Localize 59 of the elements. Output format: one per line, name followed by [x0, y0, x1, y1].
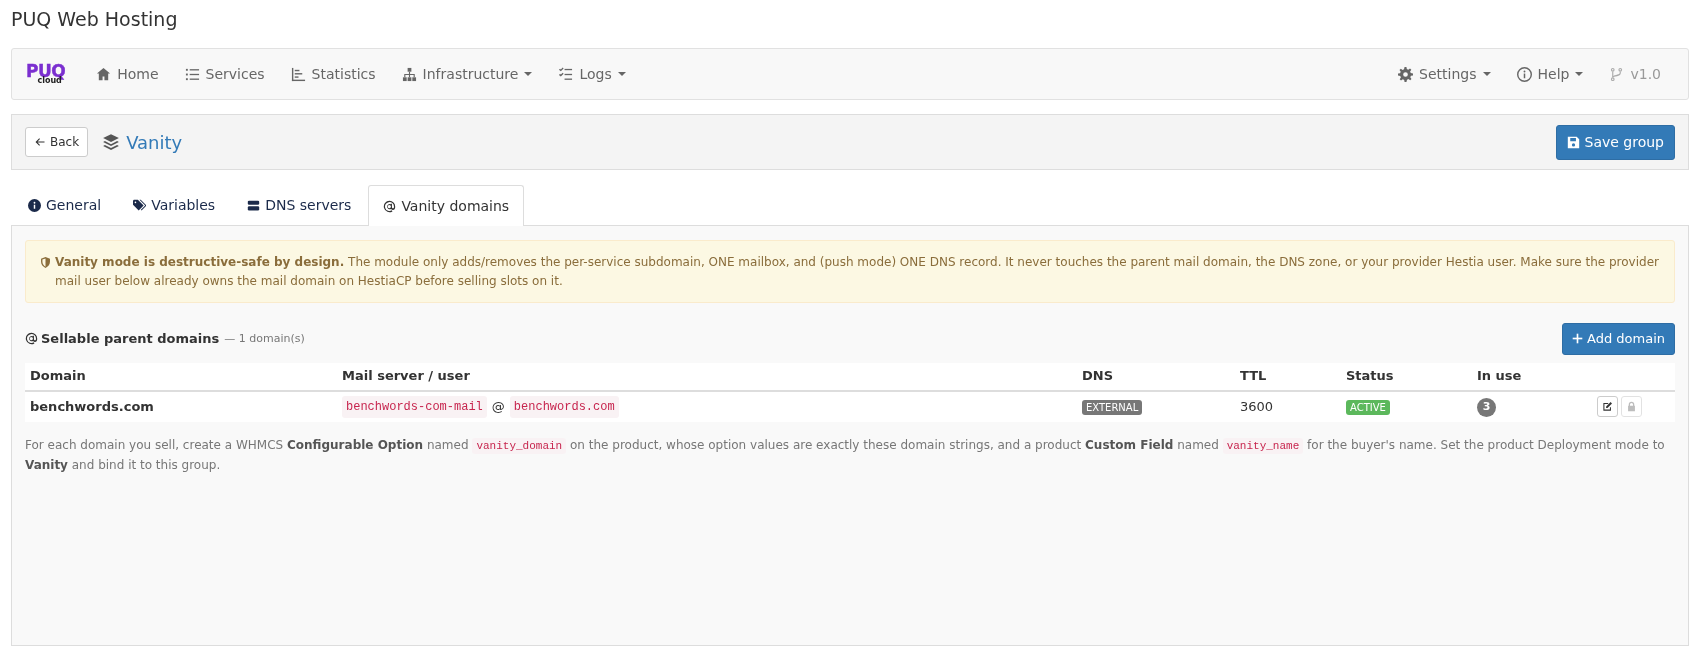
nav-link[interactable]: Statistics: [277, 55, 389, 93]
at-sign-icon: [383, 199, 397, 213]
nav-link[interactable]: Logs: [545, 55, 639, 93]
add-domain-button[interactable]: Add domain: [1562, 323, 1675, 355]
status-label: ACTIVE: [1346, 399, 1390, 415]
usage-count: 3: [1477, 398, 1496, 418]
caret-icon: [1575, 72, 1584, 76]
group-title: Vanity: [126, 130, 183, 155]
list-icon: [184, 66, 200, 82]
alert-text: Vanity mode is destructive-safe by design. The module only adds/removes the per-service subdomain, ONE mailbox, and (push mode) ONE DNS record. It never touches the parent mail domain, the DNS zone, or your provider Hestia user. Make sure the provider mail user below already owns the mail domain on HestiaCP before selling slots on it.: [55, 254, 1660, 290]
tags-icon: [133, 199, 147, 212]
at-sign-icon: [25, 332, 38, 346]
nav-link[interactable]: Settings: [1385, 55, 1504, 93]
info-icon: [1516, 66, 1532, 82]
column-header: Status: [1346, 367, 1395, 386]
column-header: Mail server / user: [342, 367, 471, 386]
column-header: TTL: [1240, 367, 1268, 386]
branch-icon: [1609, 66, 1625, 82]
info-icon: [28, 199, 41, 212]
column-header: DNS: [1082, 367, 1115, 386]
mail-domain-code: benchwords.com: [509, 395, 619, 418]
column-header: In use: [1477, 367, 1523, 386]
plus-icon: [1572, 333, 1583, 345]
table-cell-text: 3600: [1240, 397, 1275, 416]
nav-link[interactable]: Home: [83, 55, 172, 93]
shield-icon: [40, 257, 51, 268]
nav-link[interactable]: Infrastructure: [388, 55, 546, 93]
table-cell-text: benchwords.com: [30, 397, 155, 416]
domain-count: — 1 domain(s): [224, 330, 305, 347]
edit-icon: [1602, 401, 1613, 413]
section-title: Sellable parent domains: [41, 330, 220, 349]
page-title: PUQ Web Hosting: [10, 7, 179, 32]
nav-link[interactable]: Services: [171, 55, 278, 93]
caret-icon: [1482, 72, 1491, 76]
nav-link[interactable]: Help: [1503, 55, 1597, 93]
layers-icon: [102, 133, 121, 151]
arrow-left-icon: [34, 136, 46, 148]
mail-user-code: benchwords-com-mail: [342, 395, 487, 418]
save-button[interactable]: Save group: [1555, 124, 1675, 160]
bar-chart-icon: [290, 66, 306, 82]
tab[interactable]: Vanity domains: [368, 185, 525, 226]
home-icon: [96, 66, 112, 82]
tab[interactable]: Variables: [118, 185, 231, 225]
edit-button[interactable]: [1597, 396, 1618, 418]
checklist-icon: [558, 66, 574, 82]
at-sign: @: [491, 397, 505, 416]
tab[interactable]: General: [13, 185, 117, 225]
server-icon: [247, 199, 261, 212]
help-text: For each domain you sell, create a WHMCS Configurable Option named vanity_domain on the product, whose option values are exactly these domain strings, and a product Custom Field named vanity_name for the buyer's name. Set the product Deployment mode to Vanity and bind it to this group.: [25, 436, 1666, 475]
dns-label: EXTERNAL: [1082, 399, 1143, 415]
sitemap-icon: [401, 66, 417, 82]
settings-icon: [1398, 66, 1414, 82]
column-header: Domain: [30, 367, 87, 386]
caret-icon: [524, 72, 533, 76]
back-button[interactable]: Back: [25, 127, 89, 157]
caret-icon: [617, 72, 626, 76]
lock-icon: [1626, 401, 1637, 413]
tab[interactable]: DNS servers: [232, 185, 367, 225]
floppy-icon: [1566, 135, 1580, 149]
